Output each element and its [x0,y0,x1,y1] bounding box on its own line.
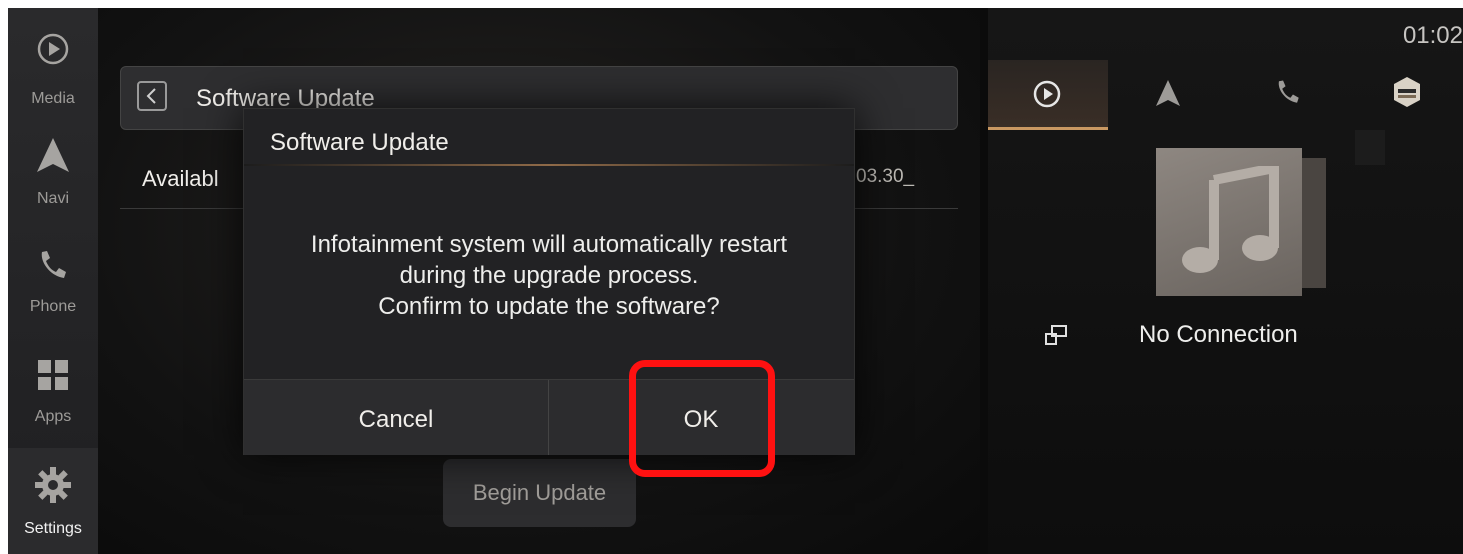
album-art [1156,148,1302,296]
back-button[interactable] [137,81,167,111]
phone-icon [41,251,66,278]
begin-update-button[interactable]: Begin Update [443,459,636,527]
nav-item-settings[interactable]: Settings [8,448,102,554]
tab-phone[interactable] [1228,60,1348,130]
cancel-button[interactable]: Cancel [244,380,548,455]
music-note-icon [1182,166,1279,273]
available-version-label: Availabl [142,166,219,191]
nav-item-navi[interactable]: Navi [8,128,98,228]
navigation-arrow-icon [1156,80,1180,106]
nav-label-settings: Settings [24,520,82,537]
version-text: 03.30_ [856,166,915,187]
car-icon [1394,77,1420,107]
tab-navi[interactable] [1108,60,1228,130]
navigation-arrow-icon [37,138,69,172]
top-edge [0,0,1463,8]
tab-underline [988,127,1108,130]
dialog-message-line: Infotainment system will automatically r… [310,231,788,258]
gear-icon [35,467,71,503]
no-connection-label: No Connection [1139,321,1298,348]
tab-car[interactable] [1348,60,1463,130]
nav-label-apps: Apps [34,408,72,425]
nav-item-media[interactable]: Media [8,18,98,118]
tab-media[interactable] [988,60,1108,130]
nav-label-phone: Phone [29,298,77,315]
dialog-message: Infotainment system will automatically r… [244,229,854,322]
device-connection-icon [1045,325,1067,345]
ok-highlight-box [629,360,775,477]
nav-item-apps[interactable]: Apps [8,348,98,448]
play-circle-icon [1033,80,1061,108]
dialog-message-line: during the upgrade process. [399,262,699,289]
album-art-shadow [1300,158,1326,288]
nav-label-media: Media [31,90,75,107]
dialog-title-divider [244,164,854,166]
phone-icon [1278,80,1299,103]
play-circle-icon [37,33,69,65]
dialog-title: Software Update [270,129,449,156]
dialog-message-line: Confirm to update the software? [378,293,720,320]
left-edge [0,0,8,554]
apps-grid-icon [38,360,68,390]
clock: 01:02 [1402,22,1463,49]
side-nav: Media Navi Phone Apps Settings [8,8,102,554]
decor-square [1355,130,1385,165]
right-tabs [988,60,1463,130]
chevron-left-icon [146,88,156,104]
nav-label-navi: Navi [36,190,69,207]
panel-divider [980,8,988,554]
nav-item-phone[interactable]: Phone [8,238,98,338]
right-panel: 01:02 No Connection [988,8,1463,554]
